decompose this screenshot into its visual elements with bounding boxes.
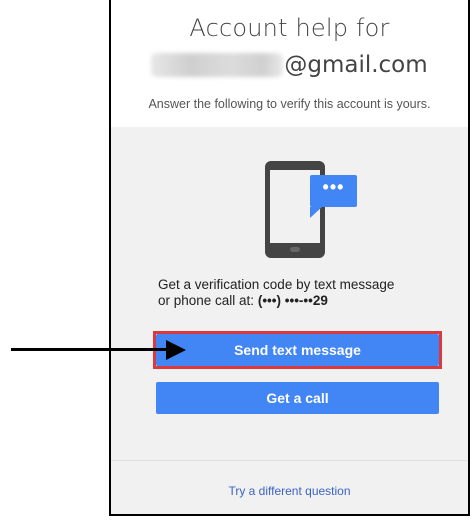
phone-home-button <box>290 247 300 252</box>
account-help-panel: Account help for @gmail.com Answer the f… <box>109 0 470 516</box>
email-domain: @gmail.com <box>284 52 428 78</box>
instructions-text: Answer the following to verify this acco… <box>148 97 431 111</box>
account-email: @gmail.com <box>111 52 468 78</box>
chat-bubble-tail <box>310 207 322 218</box>
pointer-arrow-icon <box>11 348 169 351</box>
verification-card: ••• Get a verification code by text mess… <box>111 127 468 514</box>
chat-bubble-icon: ••• <box>310 175 357 207</box>
send-text-message-button[interactable]: Send text message <box>156 334 439 366</box>
get-a-call-button[interactable]: Get a call <box>156 382 439 414</box>
masked-phone-number: (•••) •••-••29 <box>257 293 328 308</box>
divider <box>111 460 468 461</box>
description-prefix: or phone call at: <box>158 293 258 308</box>
page-title: Account help for <box>189 14 390 42</box>
redacted-email-username <box>151 53 284 77</box>
arrow-head-icon <box>166 340 186 360</box>
description-line-2: or phone call at: (•••) •••-••29 <box>158 293 458 309</box>
description-line-1: Get a verification code by text message <box>158 277 395 292</box>
verification-description: Get a verification code by text message … <box>158 277 458 309</box>
try-different-question-link[interactable]: Try a different question <box>111 484 468 498</box>
